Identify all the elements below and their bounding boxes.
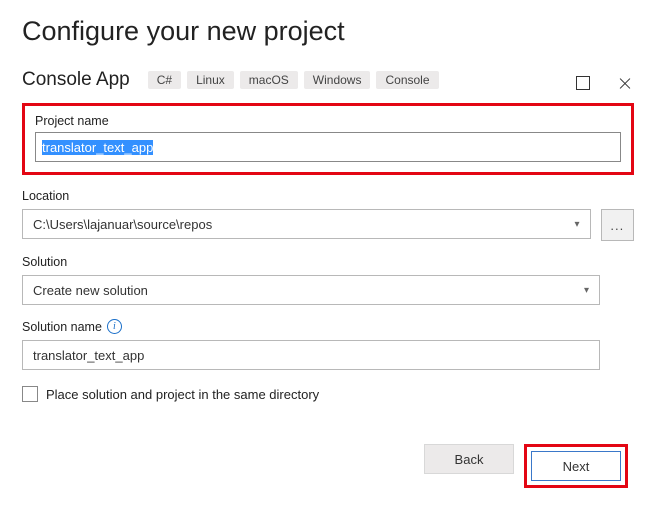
solution-name-label: Solution name i <box>22 319 634 334</box>
tag: macOS <box>240 71 298 89</box>
tag: Console <box>376 71 438 89</box>
same-directory-label: Place solution and project in the same d… <box>46 387 319 402</box>
maximize-icon[interactable] <box>576 76 590 90</box>
project-type-heading: Console App <box>22 69 130 91</box>
solution-combo[interactable]: Create new solution ▾ <box>22 275 600 305</box>
back-button[interactable]: Back <box>424 444 514 474</box>
next-button-highlight: Next <box>524 444 628 488</box>
chevron-down-icon: ▾ <box>584 285 589 296</box>
location-label: Location <box>22 189 634 203</box>
tag: Linux <box>187 71 234 89</box>
solution-label: Solution <box>22 255 634 269</box>
project-name-highlight: Project name translator_text_app <box>22 103 634 175</box>
page-title: Configure your new project <box>22 16 634 47</box>
browse-button[interactable]: ... <box>601 209 634 241</box>
project-name-input[interactable]: translator_text_app <box>35 132 621 162</box>
chevron-down-icon: ▾ <box>575 219 580 230</box>
tag: Windows <box>304 71 371 89</box>
tag: C# <box>148 71 181 89</box>
project-type-tags: C# Linux macOS Windows Console <box>148 71 439 89</box>
project-name-label: Project name <box>35 114 621 128</box>
same-directory-checkbox[interactable] <box>22 386 38 402</box>
solution-name-input[interactable] <box>22 340 600 370</box>
location-combo[interactable]: C:\Users\lajanuar\source\repos ▾ <box>22 209 591 239</box>
close-icon[interactable] <box>618 76 632 90</box>
next-button[interactable]: Next <box>531 451 621 481</box>
info-icon[interactable]: i <box>107 319 122 334</box>
